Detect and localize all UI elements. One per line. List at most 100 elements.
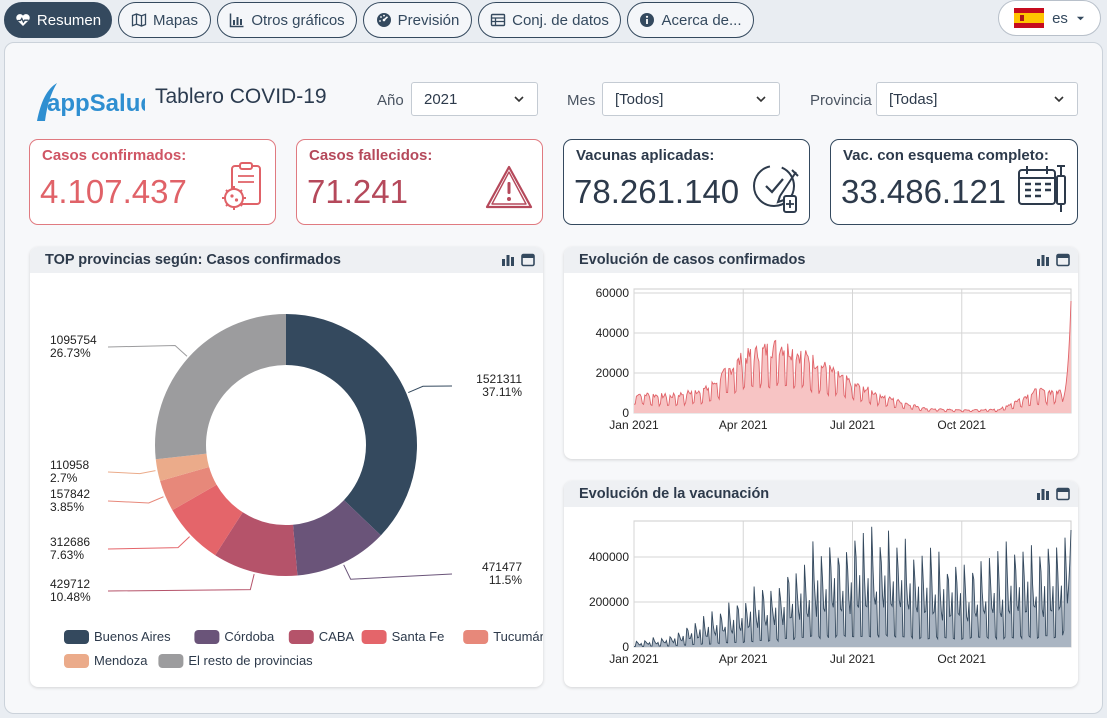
tab-conj-datos[interactable]: Conj. de datos <box>478 2 621 38</box>
province-select[interactable]: [Todas] <box>876 82 1078 116</box>
tab-acerca-de[interactable]: Acerca de... <box>627 2 754 38</box>
tab-prevision[interactable]: Previsión <box>363 2 472 38</box>
cases-area-chart: 0200004000060000Jan 2021 Apr 2021 Jul 2021… <box>596 286 1072 432</box>
x-tick-label: Oct 2021 <box>937 652 986 666</box>
dashboard-panel: appSalud Tablero COVID-19 Año 2021 Mes [… <box>4 42 1103 714</box>
tab-mapas[interactable]: Mapas <box>118 2 211 38</box>
legend-swatch <box>64 654 89 668</box>
chevron-down-icon <box>1054 96 1064 103</box>
legend-swatch <box>361 630 387 644</box>
y-tick-label: 400000 <box>589 550 629 564</box>
x-tick-label: Jul 2021 <box>830 652 876 666</box>
table-icon <box>490 13 506 27</box>
bar-chart-icon <box>230 13 244 28</box>
donut-data-label: 1521311 <box>476 372 522 386</box>
language-dropdown[interactable]: es <box>998 0 1101 36</box>
x-tick-label: Apr 2021 <box>719 418 768 432</box>
donut-pct-label: 7.63% <box>50 548 84 562</box>
legend-label: CABA <box>319 629 355 644</box>
donut-leader-line <box>107 470 156 475</box>
info-icon <box>640 13 655 27</box>
vacc-chart-card: Evolución de la vacunación 0 200000 400000… <box>564 481 1078 687</box>
legend-swatch <box>463 630 489 644</box>
legend-label: Santa Fe <box>392 629 445 644</box>
donut-slice <box>286 314 418 536</box>
donut-leader-line <box>107 345 188 357</box>
donut-pct-label: 37.11% <box>482 385 522 399</box>
warning-icon <box>485 165 533 209</box>
x-tick-label: Jan 2021 <box>609 418 659 432</box>
legend-swatch <box>194 630 220 644</box>
tab-otros-graficos[interactable]: Otros gráficos <box>217 2 357 38</box>
donut-slice <box>155 314 286 460</box>
donut-data-label: 429712 <box>50 577 90 591</box>
kpi-vacunas-aplicadas: Vacunas aplicadas: 78.261.140 <box>563 139 810 225</box>
donut-chart: 152131137.11% 47147711.5% 42971210.48% 3126… <box>50 314 543 668</box>
tab-resumen[interactable]: Resumen <box>4 2 112 38</box>
donut-leader-line <box>107 496 164 504</box>
donut-pct-label: 10.48% <box>50 590 91 604</box>
x-tick-label: Jul 2021 <box>830 418 876 432</box>
year-select[interactable]: 2021 <box>411 82 538 116</box>
month-label: Mes <box>567 92 596 109</box>
vacc-card-header: Evolución de la vacunación <box>564 481 1078 507</box>
province-label: Provincia <box>810 92 872 109</box>
donut-leader-line <box>408 385 453 394</box>
spain-flag-icon <box>1014 8 1045 28</box>
donut-pct-label: 2.7% <box>50 471 78 485</box>
kpi-casos-fallecidos: Casos fallecidos: 71.241 <box>296 139 543 225</box>
donut-leader-line <box>107 574 255 592</box>
gauge-icon <box>376 13 391 27</box>
window-maximize-icon[interactable] <box>1056 487 1070 501</box>
donut-leader-line <box>343 564 453 580</box>
caret-down-icon <box>1076 16 1085 20</box>
donut-card-header: TOP provincias según: Casos confirmados <box>30 247 543 273</box>
legend-swatch <box>158 654 184 668</box>
donut-pct-label: 26.73% <box>50 346 91 360</box>
donut-data-label: 157842 <box>50 487 90 501</box>
top-nav: Resumen Mapas Otros gráficos Previsión C… <box>0 0 1107 40</box>
svg-text:appSalud: appSalud <box>47 90 145 117</box>
chevron-down-icon <box>514 96 524 103</box>
cases-chart-card: Evolución de casos confirmados 0 20000 400… <box>564 247 1078 459</box>
donut-leader-line <box>107 536 190 550</box>
y-tick-label: 60000 <box>596 286 630 300</box>
virus-clipboard-icon <box>222 162 261 210</box>
donut-pct-label: 11.5% <box>489 573 522 587</box>
x-tick-label: Oct 2021 <box>937 418 986 432</box>
donut-chart-card: TOP provincias según: Casos confirmados … <box>30 247 543 687</box>
page-title: Tablero COVID-19 <box>155 85 327 108</box>
cases-card-header: Evolución de casos confirmados <box>564 247 1078 273</box>
month-select[interactable]: [Todos] <box>602 82 780 116</box>
kpi-esquema-completo: Vac. con esquema completo: 33.486.121 <box>830 139 1078 225</box>
syringe-vial-icon <box>753 165 799 213</box>
bar-chart-icon[interactable] <box>501 253 515 267</box>
appsalud-logo: appSalud <box>37 83 145 121</box>
heart-pulse-icon <box>16 14 30 26</box>
kpi-casos-confirmados: Casos confirmados: 4.107.437 <box>29 139 276 225</box>
chevron-down-icon <box>756 96 766 103</box>
legend-swatch <box>288 630 314 644</box>
y-tick-label: 200000 <box>589 595 629 609</box>
donut-pct-label: 3.85% <box>50 500 84 514</box>
bar-chart-icon[interactable] <box>1036 487 1050 501</box>
vacc-area-chart: 0200000400000Jan 2021 Apr 2021 Jul 2021 Oct… <box>589 520 1072 666</box>
legend-label: El resto de provincias <box>188 653 313 668</box>
window-maximize-icon[interactable] <box>521 253 535 267</box>
legend-swatch <box>64 630 89 644</box>
donut-data-label: 110958 <box>50 458 89 472</box>
map-icon <box>131 13 147 27</box>
y-tick-label: 40000 <box>596 326 630 340</box>
year-label: Año <box>377 92 404 109</box>
x-tick-label: Apr 2021 <box>719 652 768 666</box>
x-tick-label: Jan 2021 <box>609 652 659 666</box>
legend-label: Buenos Aires <box>94 629 171 644</box>
legend-label: Tucumán <box>493 629 543 644</box>
donut-data-label: 1095754 <box>50 333 97 347</box>
donut-data-label: 471477 <box>482 560 522 574</box>
calendar-syringe-icon <box>1018 165 1066 212</box>
window-maximize-icon[interactable] <box>1056 253 1070 267</box>
bar-chart-icon[interactable] <box>1036 253 1050 267</box>
legend-label: Córdoba <box>224 629 275 644</box>
donut-data-label: 312686 <box>50 535 90 549</box>
